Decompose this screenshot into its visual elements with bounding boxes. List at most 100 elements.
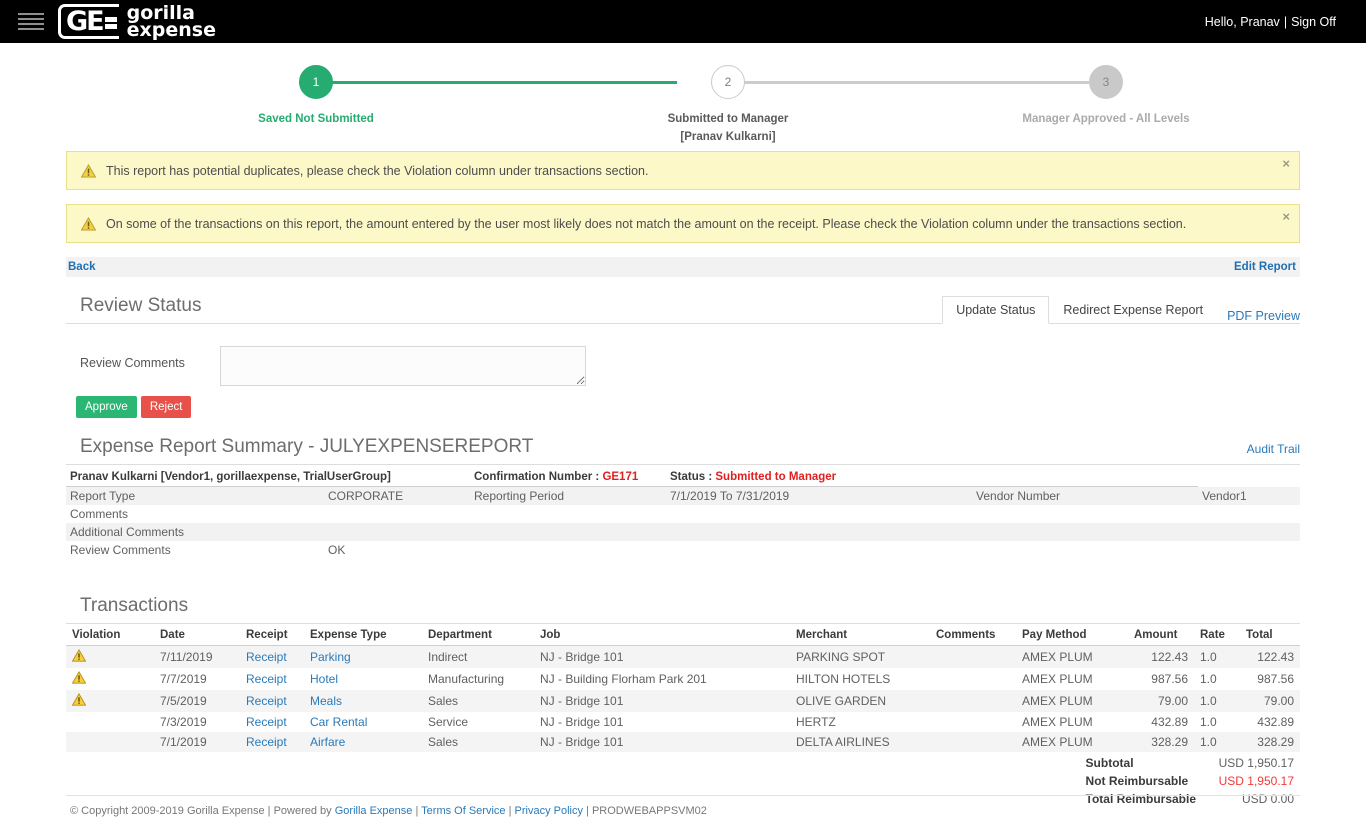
brand-logo[interactable]: GE gorilla expense: [58, 3, 216, 41]
expense-type-link[interactable]: Car Rental: [310, 715, 367, 729]
cell-rate: 1.0: [1194, 645, 1240, 668]
cell-total: 122.43: [1240, 645, 1300, 668]
transactions-table: Violation Date Receipt Expense Type Depa…: [66, 626, 1300, 752]
approve-button[interactable]: Approve: [76, 396, 137, 418]
summary-header-row: Pranav Kulkarni [Vendor1, gorillaexpense…: [66, 469, 1300, 487]
expense-type-link[interactable]: Parking: [310, 650, 351, 664]
cell-rate: 1.0: [1194, 690, 1240, 712]
pdf-preview-link[interactable]: PDF Preview: [1217, 303, 1300, 329]
cell-comments: [930, 645, 1016, 668]
summary-value-reporting-period: 7/1/2019 To 7/31/2019: [666, 486, 972, 505]
cell-expense-type: Hotel: [304, 668, 422, 690]
cell-amount: 328.29: [1128, 732, 1194, 752]
cell-amount: 79.00: [1128, 690, 1194, 712]
cell-department: Indirect: [422, 645, 534, 668]
stepper-node-3[interactable]: 3: [1089, 65, 1123, 99]
footer-sep-2: |: [505, 805, 515, 817]
alert-close-icon[interactable]: ×: [1282, 157, 1290, 170]
receipt-link[interactable]: Receipt: [246, 715, 287, 729]
cell-pay-method: AMEX PLUM: [1016, 732, 1128, 752]
tab-redirect-expense-report[interactable]: Redirect Expense Report: [1049, 296, 1217, 324]
review-action-buttons: Approve Reject: [66, 386, 1300, 418]
footer-gorilla-expense-link[interactable]: Gorilla Expense: [335, 805, 413, 817]
warning-triangle-icon[interactable]: [71, 692, 87, 706]
receipt-link[interactable]: Receipt: [246, 672, 287, 686]
cell-comments: [930, 732, 1016, 752]
warning-triangle-icon[interactable]: [71, 648, 87, 662]
cell-job: NJ - Bridge 101: [534, 645, 790, 668]
cell-receipt: Receipt: [240, 712, 304, 732]
summary-value-report-type: CORPORATE: [324, 486, 470, 505]
expense-type-link[interactable]: Hotel: [310, 672, 338, 686]
warning-triangle-icon[interactable]: [71, 670, 87, 684]
stepper-label-2-sub: [Pranav Kulkarni]: [680, 130, 776, 143]
footer-privacy-link[interactable]: Privacy Policy: [515, 805, 583, 817]
cell-pay-method: AMEX PLUM: [1022, 672, 1093, 686]
expense-type-link[interactable]: Airfare: [310, 735, 345, 749]
sign-off-link[interactable]: Sign Off: [1291, 15, 1336, 29]
col-header-job[interactable]: Job: [534, 626, 790, 646]
cell-comments: [930, 690, 1016, 712]
cell-expense-type: Airfare: [304, 732, 422, 752]
logo-mark-icon: GE: [58, 4, 119, 39]
alert-close-icon[interactable]: ×: [1282, 210, 1290, 223]
reject-button[interactable]: Reject: [140, 396, 192, 418]
alert-duplicates-text: This report has potential duplicates, pl…: [106, 163, 649, 178]
summary-row-additional-comments: Additional Comments: [66, 523, 1300, 541]
cell-violation: [66, 690, 154, 712]
table-row[interactable]: 7/1/2019 Receipt Airfare Sales NJ - Brid…: [66, 732, 1300, 752]
transactions-header: Transactions: [66, 587, 1300, 624]
table-row[interactable]: 7/5/2019 Receipt Meals Sales NJ - Bridge…: [66, 690, 1300, 712]
stepper-node-1[interactable]: 1: [299, 65, 333, 99]
cell-job: NJ - Building Florham Park 201: [540, 672, 707, 686]
col-header-date[interactable]: Date: [154, 626, 240, 646]
cell-pay-method: AMEX PLUM: [1016, 645, 1128, 668]
cell-department: Service: [428, 715, 469, 729]
receipt-link[interactable]: Receipt: [246, 650, 287, 664]
receipt-link[interactable]: Receipt: [246, 735, 287, 749]
expense-type-link[interactable]: Meals: [310, 694, 342, 708]
edit-report-link[interactable]: Edit Report: [1234, 261, 1296, 273]
brand-line-2: expense: [126, 18, 216, 41]
cell-amount: 432.89: [1151, 715, 1188, 729]
nav-separator: |: [1283, 14, 1288, 29]
col-header-pay-method[interactable]: Pay Method: [1016, 626, 1128, 646]
hamburger-menu-icon[interactable]: [18, 13, 44, 30]
cell-expense-type: Parking: [304, 645, 422, 668]
col-header-amount[interactable]: Amount: [1128, 626, 1194, 646]
col-header-expense-type[interactable]: Expense Type: [304, 626, 422, 646]
cell-date: 7/11/2019: [154, 645, 240, 668]
transactions-header-row: Violation Date Receipt Expense Type Depa…: [66, 626, 1300, 646]
audit-trail-link[interactable]: Audit Trail: [1247, 442, 1300, 464]
warning-triangle-icon: [81, 216, 96, 231]
back-link[interactable]: Back: [68, 261, 96, 273]
page-footer: © Copyright 2009-2019 Gorilla Expense | …: [0, 795, 1366, 829]
summary-user: Pranav Kulkarni [Vendor1, gorillaexpense…: [66, 469, 470, 487]
col-header-merchant[interactable]: Merchant: [790, 626, 930, 646]
tab-update-status[interactable]: Update Status: [942, 296, 1050, 324]
cell-violation: [66, 645, 154, 668]
col-header-comments[interactable]: Comments: [930, 626, 1016, 646]
stepper-labels: Saved Not Submitted Submitted to Manager…: [258, 111, 1189, 151]
stepper-node-2[interactable]: 2: [711, 65, 745, 99]
col-header-department[interactable]: Department: [422, 626, 534, 646]
table-row[interactable]: 7/11/2019 Receipt Parking Indirect NJ - …: [66, 645, 1300, 668]
table-row[interactable]: 7/7/2019 Receipt Hotel Manufacturing NJ …: [66, 668, 1300, 690]
status-label: Status :: [670, 471, 713, 483]
review-status-title: Review Status: [80, 295, 202, 316]
col-header-violation[interactable]: Violation: [66, 626, 154, 646]
receipt-link[interactable]: Receipt: [246, 694, 287, 708]
table-row[interactable]: 7/3/2019 Receipt Car Rental Service NJ -…: [66, 712, 1300, 732]
summary-status-cell: Status : Submitted to Manager: [666, 469, 1198, 487]
summary-label-review-comments: Review Comments: [70, 543, 171, 557]
col-header-total[interactable]: Total: [1240, 626, 1300, 646]
footer-terms-link[interactable]: Terms Of Service: [421, 805, 505, 817]
review-comments-input[interactable]: [220, 346, 586, 386]
summary-label-comments: Comments: [70, 507, 129, 521]
totals-row-subtotal: Subtotal USD 1,950.17: [1080, 754, 1300, 772]
footer-content: © Copyright 2009-2019 Gorilla Expense | …: [66, 795, 1300, 829]
col-header-receipt[interactable]: Receipt: [240, 626, 304, 646]
user-menu: Hello, Pranav | Sign Off: [1205, 15, 1348, 29]
stepper-label-3: Manager Approved - All Levels: [1006, 111, 1206, 129]
col-header-rate[interactable]: Rate: [1194, 626, 1240, 646]
